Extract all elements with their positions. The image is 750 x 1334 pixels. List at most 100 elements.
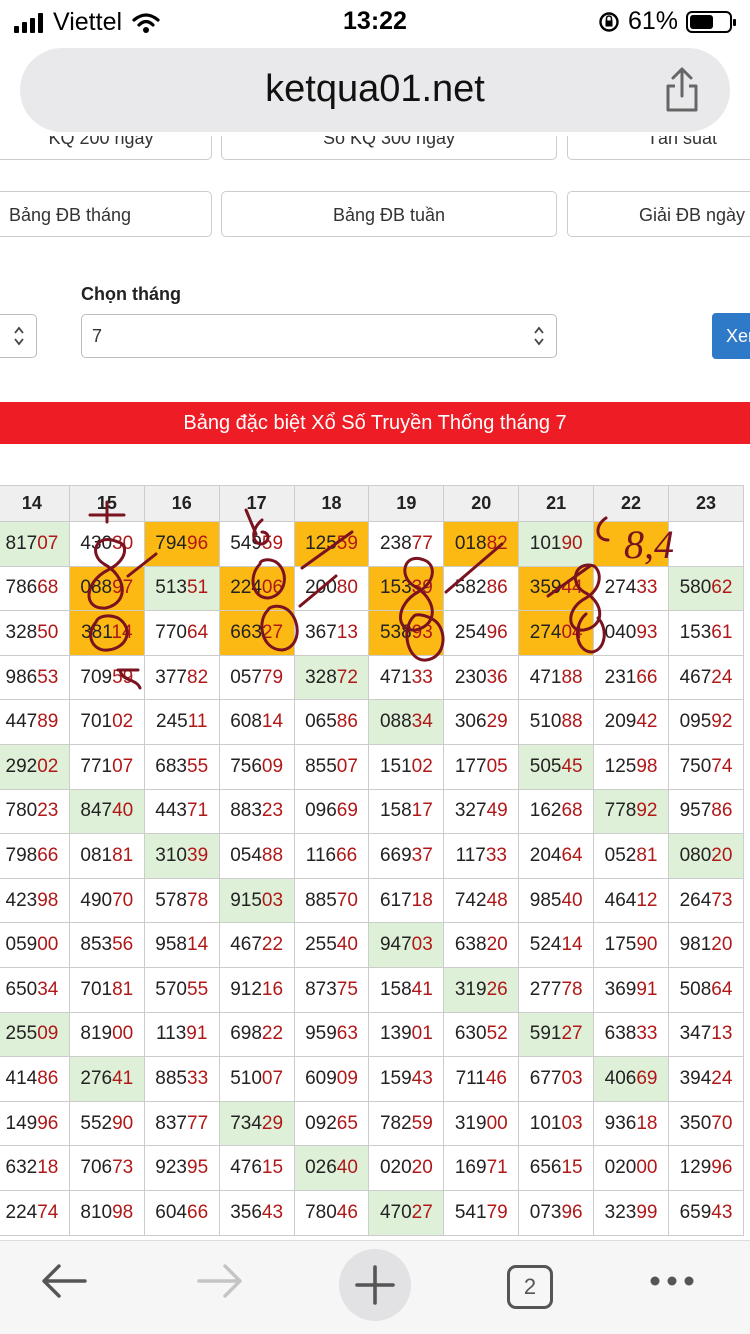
result-cell: 25509: [0, 1011, 70, 1058]
result-number-head: 081: [80, 844, 113, 866]
result-number-head: 817: [5, 532, 38, 554]
result-number-head: 780: [5, 800, 38, 822]
result-cell: 66327: [218, 610, 295, 656]
nav-button-tan-suat[interactable]: Tần suất: [567, 136, 750, 160]
result-cell: 11391: [143, 1011, 220, 1058]
back-button[interactable]: [36, 1251, 92, 1311]
table-row: 05900 85356 95814 46722 25540 94703 63820 52414…: [0, 922, 744, 968]
result-cell: 09265: [293, 1100, 370, 1147]
result-number-head: 847: [80, 800, 113, 822]
result-number-tail: 77: [187, 1112, 209, 1134]
result-number-tail: 91: [636, 978, 658, 1000]
result-cell: 81707: [0, 521, 70, 567]
result-cell: 51007: [218, 1056, 295, 1102]
address-bar[interactable]: ketqua01.net: [20, 48, 730, 132]
result-number-head: 778: [604, 800, 637, 822]
forward-button[interactable]: [192, 1251, 248, 1311]
result-cell: 77064: [143, 610, 220, 656]
result-number-tail: 52: [486, 1023, 508, 1045]
result-number-tail: 41: [411, 978, 433, 1000]
result-number-head: 985: [529, 889, 562, 911]
result-number-tail: 66: [37, 844, 59, 866]
result-number-head: 020: [379, 1157, 412, 1179]
result-number-tail: 14: [561, 934, 583, 956]
result-cell: 41486: [0, 1056, 70, 1102]
result-number-head: 683: [155, 755, 187, 777]
result-cell: 36713: [293, 610, 370, 656]
result-number-tail: 72: [336, 666, 358, 688]
result-cell: [668, 521, 744, 567]
result-number-tail: 13: [336, 621, 358, 643]
result-cell: 81900: [68, 1011, 145, 1058]
column-header: 20: [443, 485, 520, 522]
result-cell: 95963: [293, 1011, 370, 1058]
result-cell: 01882: [443, 521, 520, 567]
result-cell: 63833: [593, 1011, 670, 1058]
year-select[interactable]: [0, 314, 37, 358]
result-number-tail: 53: [37, 666, 59, 688]
result-number-head: 277: [529, 978, 562, 1000]
result-number-head: 158: [379, 978, 412, 1000]
result-cell: 26473: [668, 877, 744, 924]
result-number-head: 292: [5, 755, 38, 777]
column-header: 14: [0, 485, 70, 522]
result-number-head: 505: [529, 755, 562, 777]
result-number-head: 255: [5, 1023, 38, 1045]
nav-button-kq-200[interactable]: KQ 200 ngày: [0, 136, 212, 160]
result-number-tail: 93: [411, 621, 433, 643]
result-number-head: 054: [230, 844, 262, 866]
result-number-head: 414: [5, 1067, 38, 1089]
nav-button-bang-db-thang[interactable]: Bảng ĐB tháng: [0, 191, 212, 237]
result-number-head: 347: [679, 1023, 712, 1045]
result-number-head: 356: [230, 1201, 262, 1223]
result-number-tail: 14: [187, 934, 209, 956]
result-number-tail: 59: [112, 666, 134, 688]
result-number-tail: 15: [561, 1157, 583, 1179]
result-number-tail: 01: [411, 1023, 433, 1045]
nav-button-giai-db-ngay[interactable]: Giải ĐB ngày: [567, 191, 750, 237]
result-cell: 95814: [143, 922, 220, 968]
result-cell: 31926: [443, 966, 520, 1013]
result-cell: 63820: [443, 922, 520, 968]
result-number-tail: 18: [411, 889, 433, 911]
more-button[interactable]: [644, 1251, 700, 1311]
result-cell: 75609: [218, 743, 295, 790]
result-cell: 12559: [293, 521, 370, 567]
result-number-tail: 90: [112, 1112, 134, 1134]
result-number-head: 149: [5, 1112, 38, 1134]
result-number-head: 151: [379, 755, 412, 777]
result-number-head: 853: [80, 934, 113, 956]
result-number-tail: 30: [112, 532, 134, 554]
new-tab-button[interactable]: [339, 1249, 411, 1321]
view-button[interactable]: Xem: [712, 313, 750, 359]
result-number-tail: 33: [636, 1023, 658, 1045]
result-number-head: 080: [679, 844, 712, 866]
result-cell: 47615: [218, 1145, 295, 1191]
web-page: KQ 200 ngày Sổ KQ 300 ngày Tần suất Bảng…: [0, 136, 750, 1240]
result-cell: 91216: [218, 966, 295, 1013]
result-cell: 25540: [293, 922, 370, 968]
nav-button-bang-db-tuan[interactable]: Bảng ĐB tuần: [221, 191, 557, 237]
month-select[interactable]: 7: [81, 314, 557, 358]
result-number-head: 701: [80, 711, 113, 733]
result-number-head: 423: [5, 889, 38, 911]
result-number-tail: 62: [711, 577, 733, 599]
result-cell: 32850: [0, 610, 70, 656]
result-cell: 55290: [68, 1100, 145, 1147]
result-number-tail: 27: [411, 1201, 433, 1223]
column-header: 16: [143, 485, 220, 522]
nav-button-so-kq-300[interactable]: Sổ KQ 300 ngày: [221, 136, 557, 160]
result-number-head: 026: [305, 1157, 337, 1179]
result-number-head: 125: [604, 755, 637, 777]
result-number-head: 706: [80, 1157, 113, 1179]
result-cell: 83777: [143, 1100, 220, 1147]
result-cell: 44371: [143, 788, 220, 835]
result-number-tail: 06: [261, 577, 284, 599]
share-icon[interactable]: [662, 66, 702, 114]
result-cell: 91503: [218, 877, 295, 924]
result-number-head: 139: [379, 1023, 412, 1045]
result-cell: 98540: [518, 877, 595, 924]
result-cell: 05488: [218, 833, 295, 879]
tabs-button[interactable]: 2: [507, 1265, 553, 1309]
result-number-tail: 20: [486, 934, 508, 956]
